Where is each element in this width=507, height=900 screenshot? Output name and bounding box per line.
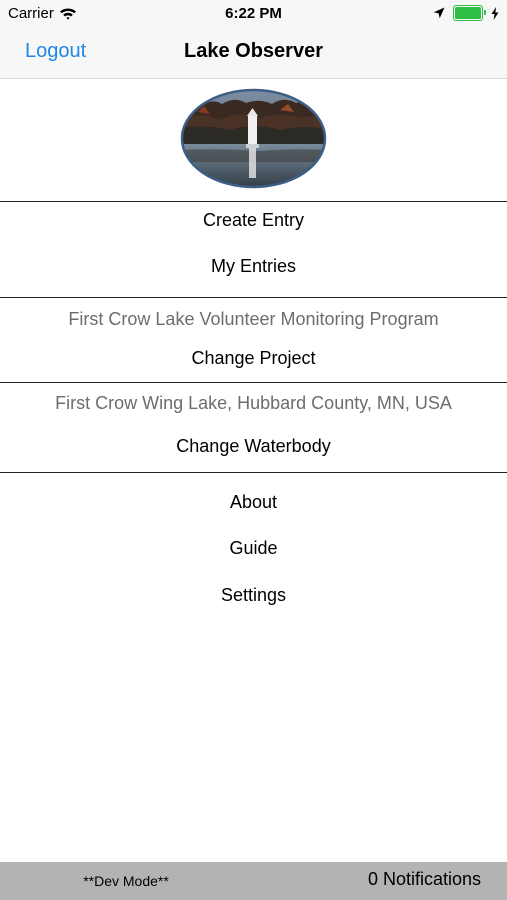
dev-mode-label: **Dev Mode** [83, 873, 169, 889]
settings-button[interactable]: Settings [0, 583, 507, 607]
waterbody-name-label: First Crow Wing Lake, Hubbard County, MN… [55, 393, 452, 413]
my-entries-button[interactable]: My Entries [0, 254, 507, 278]
page-title: Lake Observer [184, 40, 323, 62]
change-project-button[interactable]: Change Project [0, 346, 507, 370]
create-entry-button[interactable]: Create Entry [0, 208, 507, 232]
charging-bolt-icon [491, 6, 499, 20]
section-divider [0, 472, 507, 473]
status-right-group [433, 5, 499, 21]
lake-logo-image [180, 88, 327, 189]
battery-fill [455, 7, 481, 19]
footer-bar: **Dev Mode** 0 Notifications [0, 862, 507, 900]
location-arrow-icon [433, 7, 445, 19]
project-name-label: First Crow Lake Volunteer Monitoring Pro… [68, 309, 439, 329]
section-divider [0, 297, 507, 298]
change-waterbody-button[interactable]: Change Waterbody [0, 434, 507, 458]
battery-cap [484, 10, 486, 15]
navigation-bar: Logout Lake Observer [0, 28, 507, 79]
status-time: 6:22 PM [225, 5, 282, 22]
section-divider [0, 382, 507, 383]
notifications-button[interactable]: 0 Notifications [368, 869, 481, 890]
battery-icon [453, 5, 486, 21]
section-divider [0, 201, 507, 202]
guide-button[interactable]: Guide [0, 536, 507, 560]
about-button[interactable]: About [0, 490, 507, 514]
status-bar: Carrier 6:22 PM [0, 0, 507, 28]
